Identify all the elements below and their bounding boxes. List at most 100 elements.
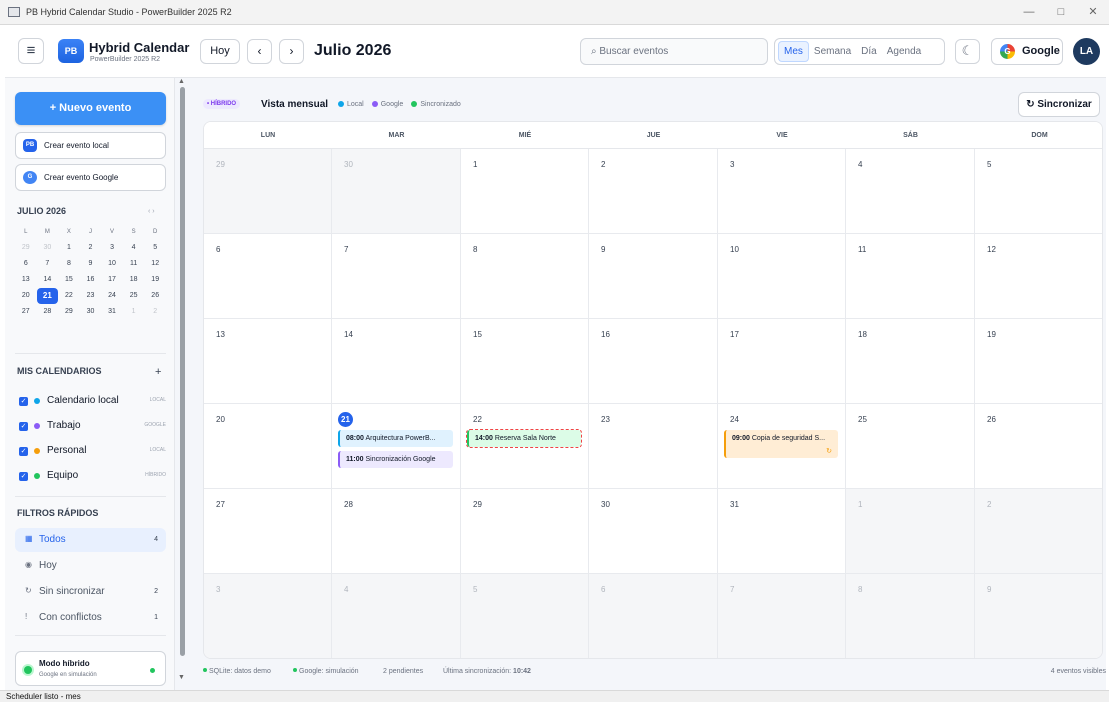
- add-calendar-button[interactable]: +: [155, 366, 161, 378]
- mini-day[interactable]: 6: [15, 256, 37, 272]
- create-google-event-button[interactable]: G Crear evento Google: [15, 164, 166, 191]
- mini-calendar-nav[interactable]: ‹ ›: [148, 208, 155, 215]
- day-cell[interactable]: 1: [461, 149, 589, 234]
- day-cell[interactable]: 27: [204, 489, 332, 574]
- day-cell[interactable]: 23: [589, 404, 718, 489]
- filter-item[interactable]: ! Con conflictos 1: [15, 606, 166, 630]
- mini-day[interactable]: 14: [37, 272, 59, 288]
- hybrid-mode-card[interactable]: Modo híbrido Google en simulación: [15, 651, 166, 686]
- day-cell[interactable]: 25: [846, 404, 975, 489]
- mini-day[interactable]: 17: [101, 272, 123, 288]
- mini-day[interactable]: 29: [58, 304, 80, 320]
- google-account-button[interactable]: G Google: [991, 38, 1063, 65]
- mini-day[interactable]: 21: [36, 288, 59, 304]
- view-tab-agenda[interactable]: Agenda: [882, 42, 926, 61]
- day-cell[interactable]: 6: [589, 574, 718, 658]
- scroll-down-arrow-icon[interactable]: ▼: [178, 674, 185, 681]
- theme-toggle-icon[interactable]: ☾: [955, 39, 980, 64]
- mini-day[interactable]: 29: [15, 240, 37, 256]
- mini-day[interactable]: 5: [144, 240, 166, 256]
- day-cell[interactable]: 22 14:00 Reserva Sala Norte: [461, 404, 589, 489]
- day-cell[interactable]: 6: [204, 234, 332, 319]
- mini-day[interactable]: 20: [15, 288, 37, 304]
- close-button[interactable]: ✕: [1077, 0, 1109, 24]
- day-cell[interactable]: 3: [718, 149, 846, 234]
- view-tab-día[interactable]: Día: [856, 42, 882, 61]
- day-cell[interactable]: 1: [846, 489, 975, 574]
- mini-day[interactable]: 11: [123, 256, 145, 272]
- event-chip[interactable]: 08:00 Arquitectura PowerB...: [338, 430, 453, 447]
- calendar-item[interactable]: ✓ Calendario local LOCAL: [17, 392, 166, 412]
- day-cell[interactable]: 4: [332, 574, 461, 658]
- day-cell[interactable]: 18: [846, 319, 975, 404]
- avatar[interactable]: LA: [1073, 38, 1100, 65]
- checkbox-icon[interactable]: ✓: [19, 447, 28, 456]
- mini-day[interactable]: 3: [101, 240, 123, 256]
- day-cell[interactable]: 7: [332, 234, 461, 319]
- checkbox-icon[interactable]: ✓: [19, 422, 28, 431]
- calendar-item[interactable]: ✓ Equipo HÍBRIDO: [17, 467, 166, 487]
- day-cell[interactable]: 21 08:00 Arquitectura PowerB... 11:00 Sinc…: [332, 404, 461, 489]
- minimize-button[interactable]: —: [1013, 0, 1045, 24]
- day-cell[interactable]: 9: [975, 574, 1102, 658]
- day-cell[interactable]: 30: [332, 149, 461, 234]
- prev-month-button[interactable]: ‹: [247, 39, 272, 64]
- day-cell[interactable]: 26: [975, 404, 1102, 489]
- checkbox-icon[interactable]: ✓: [19, 397, 28, 406]
- mini-day[interactable]: 30: [37, 240, 59, 256]
- mini-day[interactable]: 12: [144, 256, 166, 272]
- new-event-button[interactable]: + Nuevo evento: [15, 92, 166, 125]
- mini-day[interactable]: 31: [101, 304, 123, 320]
- next-month-button[interactable]: ›: [279, 39, 304, 64]
- mini-day[interactable]: 30: [80, 304, 102, 320]
- day-cell[interactable]: 2: [589, 149, 718, 234]
- day-cell[interactable]: 20: [204, 404, 332, 489]
- day-cell[interactable]: 10: [718, 234, 846, 319]
- day-cell[interactable]: 15: [461, 319, 589, 404]
- mini-day[interactable]: 22: [58, 288, 80, 304]
- filter-item[interactable]: ▦ Todos 4: [15, 528, 166, 552]
- mini-day[interactable]: 27: [15, 304, 37, 320]
- scroll-up-arrow-icon[interactable]: ▲: [178, 78, 185, 85]
- day-cell[interactable]: 5: [461, 574, 589, 658]
- maximize-button[interactable]: □: [1045, 0, 1077, 24]
- day-cell[interactable]: 8: [461, 234, 589, 319]
- event-chip[interactable]: 09:00 Copia de seguridad S... ↻: [724, 430, 838, 458]
- day-cell[interactable]: 17: [718, 319, 846, 404]
- day-cell[interactable]: 3: [204, 574, 332, 658]
- mini-day[interactable]: 13: [15, 272, 37, 288]
- mini-day[interactable]: 2: [144, 304, 166, 320]
- calendar-item[interactable]: ✓ Personal LOCAL: [17, 442, 166, 462]
- create-local-event-button[interactable]: PB Crear evento local: [15, 132, 166, 159]
- sidebar-scrollbar[interactable]: [180, 87, 185, 656]
- day-cell[interactable]: 19: [975, 319, 1102, 404]
- mini-day[interactable]: 28: [37, 304, 59, 320]
- day-cell[interactable]: 11: [846, 234, 975, 319]
- mini-day[interactable]: 2: [80, 240, 102, 256]
- mini-day[interactable]: 9: [80, 256, 102, 272]
- mini-day[interactable]: 24: [101, 288, 123, 304]
- sync-button[interactable]: ↻ Sincronizar: [1018, 92, 1100, 117]
- mini-day[interactable]: 18: [123, 272, 145, 288]
- day-cell[interactable]: 29: [204, 149, 332, 234]
- filter-item[interactable]: ◉ Hoy: [15, 554, 166, 578]
- mini-day[interactable]: 25: [123, 288, 145, 304]
- day-cell[interactable]: 30: [589, 489, 718, 574]
- mini-day[interactable]: 23: [80, 288, 102, 304]
- day-cell[interactable]: 12: [975, 234, 1102, 319]
- mini-day[interactable]: 1: [123, 304, 145, 320]
- view-tab-mes[interactable]: Mes: [778, 41, 809, 62]
- day-cell[interactable]: 13: [204, 319, 332, 404]
- mini-day[interactable]: 15: [58, 272, 80, 288]
- day-cell[interactable]: 8: [846, 574, 975, 658]
- day-cell[interactable]: 7: [718, 574, 846, 658]
- mini-day[interactable]: 19: [144, 272, 166, 288]
- day-cell[interactable]: 16: [589, 319, 718, 404]
- mini-day[interactable]: 26: [144, 288, 166, 304]
- today-button[interactable]: Hoy: [200, 39, 240, 64]
- event-chip[interactable]: 11:00 Sincronización Google: [338, 451, 453, 468]
- checkbox-icon[interactable]: ✓: [19, 472, 28, 481]
- mini-day[interactable]: 1: [58, 240, 80, 256]
- day-cell[interactable]: 28: [332, 489, 461, 574]
- day-cell[interactable]: 9: [589, 234, 718, 319]
